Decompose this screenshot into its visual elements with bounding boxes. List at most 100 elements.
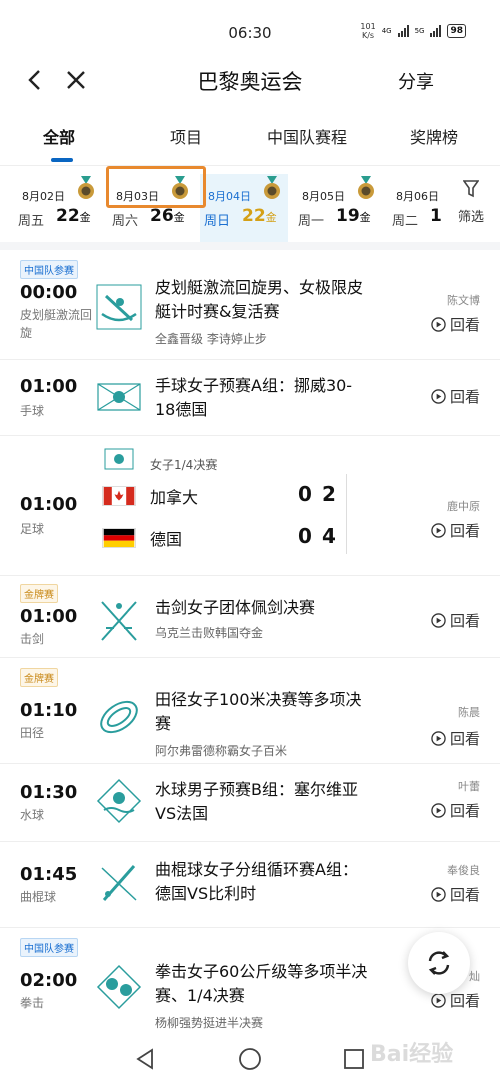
china-team-badge: 中国队参赛	[20, 938, 78, 957]
replay-button[interactable]: 回看	[431, 520, 480, 541]
network-speed: 101 K/s	[360, 22, 376, 40]
boxing-icon	[96, 964, 142, 1010]
event-time: 01:00	[20, 606, 78, 627]
fencing-icon	[101, 601, 137, 641]
refresh-button[interactable]	[408, 932, 470, 994]
event-row[interactable]: 01:45 曲棍球 曲棍球女子分组循环赛A组：德国VS比利时 奉俊良 回看	[0, 842, 500, 928]
event-result: 全鑫晋级 李诗婷止步	[155, 332, 267, 346]
play-icon	[431, 523, 446, 538]
replay-button[interactable]: 回看	[431, 728, 480, 749]
date-cell[interactable]: 8月02日 周五 22金	[14, 174, 102, 242]
event-time: 01:30	[20, 782, 78, 803]
canada-flag-icon	[102, 486, 136, 506]
event-time: 00:00	[20, 282, 78, 303]
gold-medal-badge: 金牌赛	[20, 584, 58, 603]
event-time: 01:00	[20, 494, 78, 515]
replay-button[interactable]: 回看	[431, 610, 480, 631]
match-row[interactable]: 女子1/4决赛 01:00 足球 加拿大 德国 0 2 0 4 鹿中原 回看	[0, 436, 500, 576]
athletics-icon	[100, 700, 138, 734]
event-list: 中国队参赛 00:00 皮划艇激流回旋 皮划艇激流回旋男、女极限皮艇计时赛&复活…	[0, 250, 500, 1038]
commentator: 叶蕾	[458, 780, 480, 793]
commentator: 鹿中原	[447, 500, 480, 513]
medal-icon	[358, 176, 374, 199]
status-bar: 06:30 101 K/s 4G 5G 98	[0, 0, 500, 60]
hockey-icon	[101, 865, 137, 901]
date-cell[interactable]: 8月05日 周一 19金	[294, 174, 382, 242]
play-icon	[431, 993, 446, 1008]
filter-icon	[463, 180, 479, 198]
signal-icon	[430, 25, 442, 37]
football-icon	[104, 448, 134, 470]
divider	[346, 474, 347, 554]
event-sport: 拳击	[20, 996, 45, 1010]
team-home: 加拿大	[102, 484, 198, 508]
event-row[interactable]: 01:00 手球 手球女子预赛A组：挪威30-18德国 回看	[0, 360, 500, 436]
event-sport: 足球	[20, 522, 45, 536]
replay-button[interactable]: 回看	[431, 884, 480, 905]
event-title: 田径女子100米决赛等多项决赛	[155, 690, 362, 733]
tab-bar: 全部 项目 中国队赛程 奖牌榜	[0, 102, 500, 166]
play-icon	[431, 803, 446, 818]
event-title: 手球女子预赛A组：挪威30-18德国	[155, 376, 353, 419]
event-sport: 皮划艇激流回旋	[20, 308, 93, 340]
play-icon	[431, 887, 446, 902]
date-cell-selected[interactable]: 8月04日 周日 22金	[200, 174, 288, 242]
canoe-slalom-icon	[96, 284, 142, 330]
event-sport: 击剑	[20, 632, 45, 646]
score: 2	[322, 482, 336, 506]
tab-all[interactable]: 全部	[43, 124, 75, 148]
event-time: 02:00	[20, 970, 78, 991]
event-title: 拳击女子60公斤级等多项半决赛、1/4决赛	[155, 962, 368, 1005]
tab-china-schedule[interactable]: 中国队赛程	[267, 124, 347, 148]
germany-flag-icon	[102, 528, 136, 548]
medal-icon	[264, 176, 280, 199]
event-title: 曲棍球女子分组循环赛A组：德国VS比利时	[155, 860, 358, 903]
signal-icon	[397, 25, 409, 37]
replay-button[interactable]: 回看	[431, 314, 480, 335]
event-title: 水球男子预赛B组：塞尔维亚VS法国	[155, 780, 358, 823]
event-time: 01:45	[20, 864, 78, 885]
play-icon	[431, 613, 446, 628]
team-name: 德国	[150, 530, 183, 549]
tab-sports[interactable]: 项目	[170, 124, 202, 148]
score: 0	[298, 524, 312, 548]
nav-home-icon[interactable]	[238, 1047, 262, 1071]
event-sport: 手球	[20, 404, 45, 418]
gold-medal-badge: 金牌赛	[20, 668, 58, 687]
filter-label: 筛选	[457, 210, 484, 225]
replay-button[interactable]: 回看	[431, 800, 480, 821]
event-result: 杨柳强势挺进半决赛	[155, 1016, 264, 1030]
status-indicators: 101 K/s 4G 5G 98	[360, 22, 466, 40]
score: 0	[298, 482, 312, 506]
event-sport: 曲棍球	[20, 890, 57, 904]
tab-indicator	[51, 158, 73, 162]
nav-back-icon[interactable]	[134, 1048, 156, 1070]
event-sport: 水球	[20, 808, 45, 822]
nav-recent-icon[interactable]	[343, 1048, 365, 1070]
play-icon	[431, 731, 446, 746]
event-title: 击剑女子团体佩剑决赛	[155, 598, 316, 617]
event-result: 阿尔弗雷德称霸女子百米	[155, 744, 288, 758]
filter-button[interactable]: 筛选	[450, 176, 492, 232]
commentator: 灿	[469, 970, 480, 983]
event-result: 乌克兰击败韩国夺金	[155, 626, 264, 640]
commentator: 奉俊良	[447, 864, 480, 877]
commentator: 陈晨	[458, 706, 480, 719]
baidu-watermark: Bai经验	[370, 1042, 454, 1067]
event-row[interactable]: 01:30 水球 水球男子预赛B组：塞尔维亚VS法国 叶蕾 回看	[0, 764, 500, 842]
event-row[interactable]: 金牌赛 01:00 击剑 击剑女子团体佩剑决赛 乌克兰击败韩国夺金 回看	[0, 576, 500, 658]
replay-button[interactable]: 回看	[431, 386, 480, 407]
score: 4	[322, 524, 336, 548]
event-row[interactable]: 金牌赛 01:10 田径 田径女子100米决赛等多项决赛 阿尔弗雷德称霸女子百米…	[0, 658, 500, 764]
battery-icon: 98	[447, 24, 466, 38]
match-stage: 女子1/4决赛	[150, 458, 218, 472]
event-row[interactable]: 中国队参赛 00:00 皮划艇激流回旋 皮划艇激流回旋男、女极限皮艇计时赛&复活…	[0, 250, 500, 360]
share-button[interactable]: 分享	[398, 68, 434, 94]
tab-medal-table[interactable]: 奖牌榜	[410, 124, 458, 148]
event-title: 皮划艇激流回旋男、女极限皮艇计时赛&复活赛	[155, 278, 364, 321]
highlight-annotation	[106, 166, 206, 208]
team-away: 德国	[102, 526, 182, 550]
medal-icon	[78, 176, 94, 199]
handball-icon	[97, 383, 141, 411]
date-cell[interactable]: 8月06日 周二 1	[388, 174, 442, 242]
